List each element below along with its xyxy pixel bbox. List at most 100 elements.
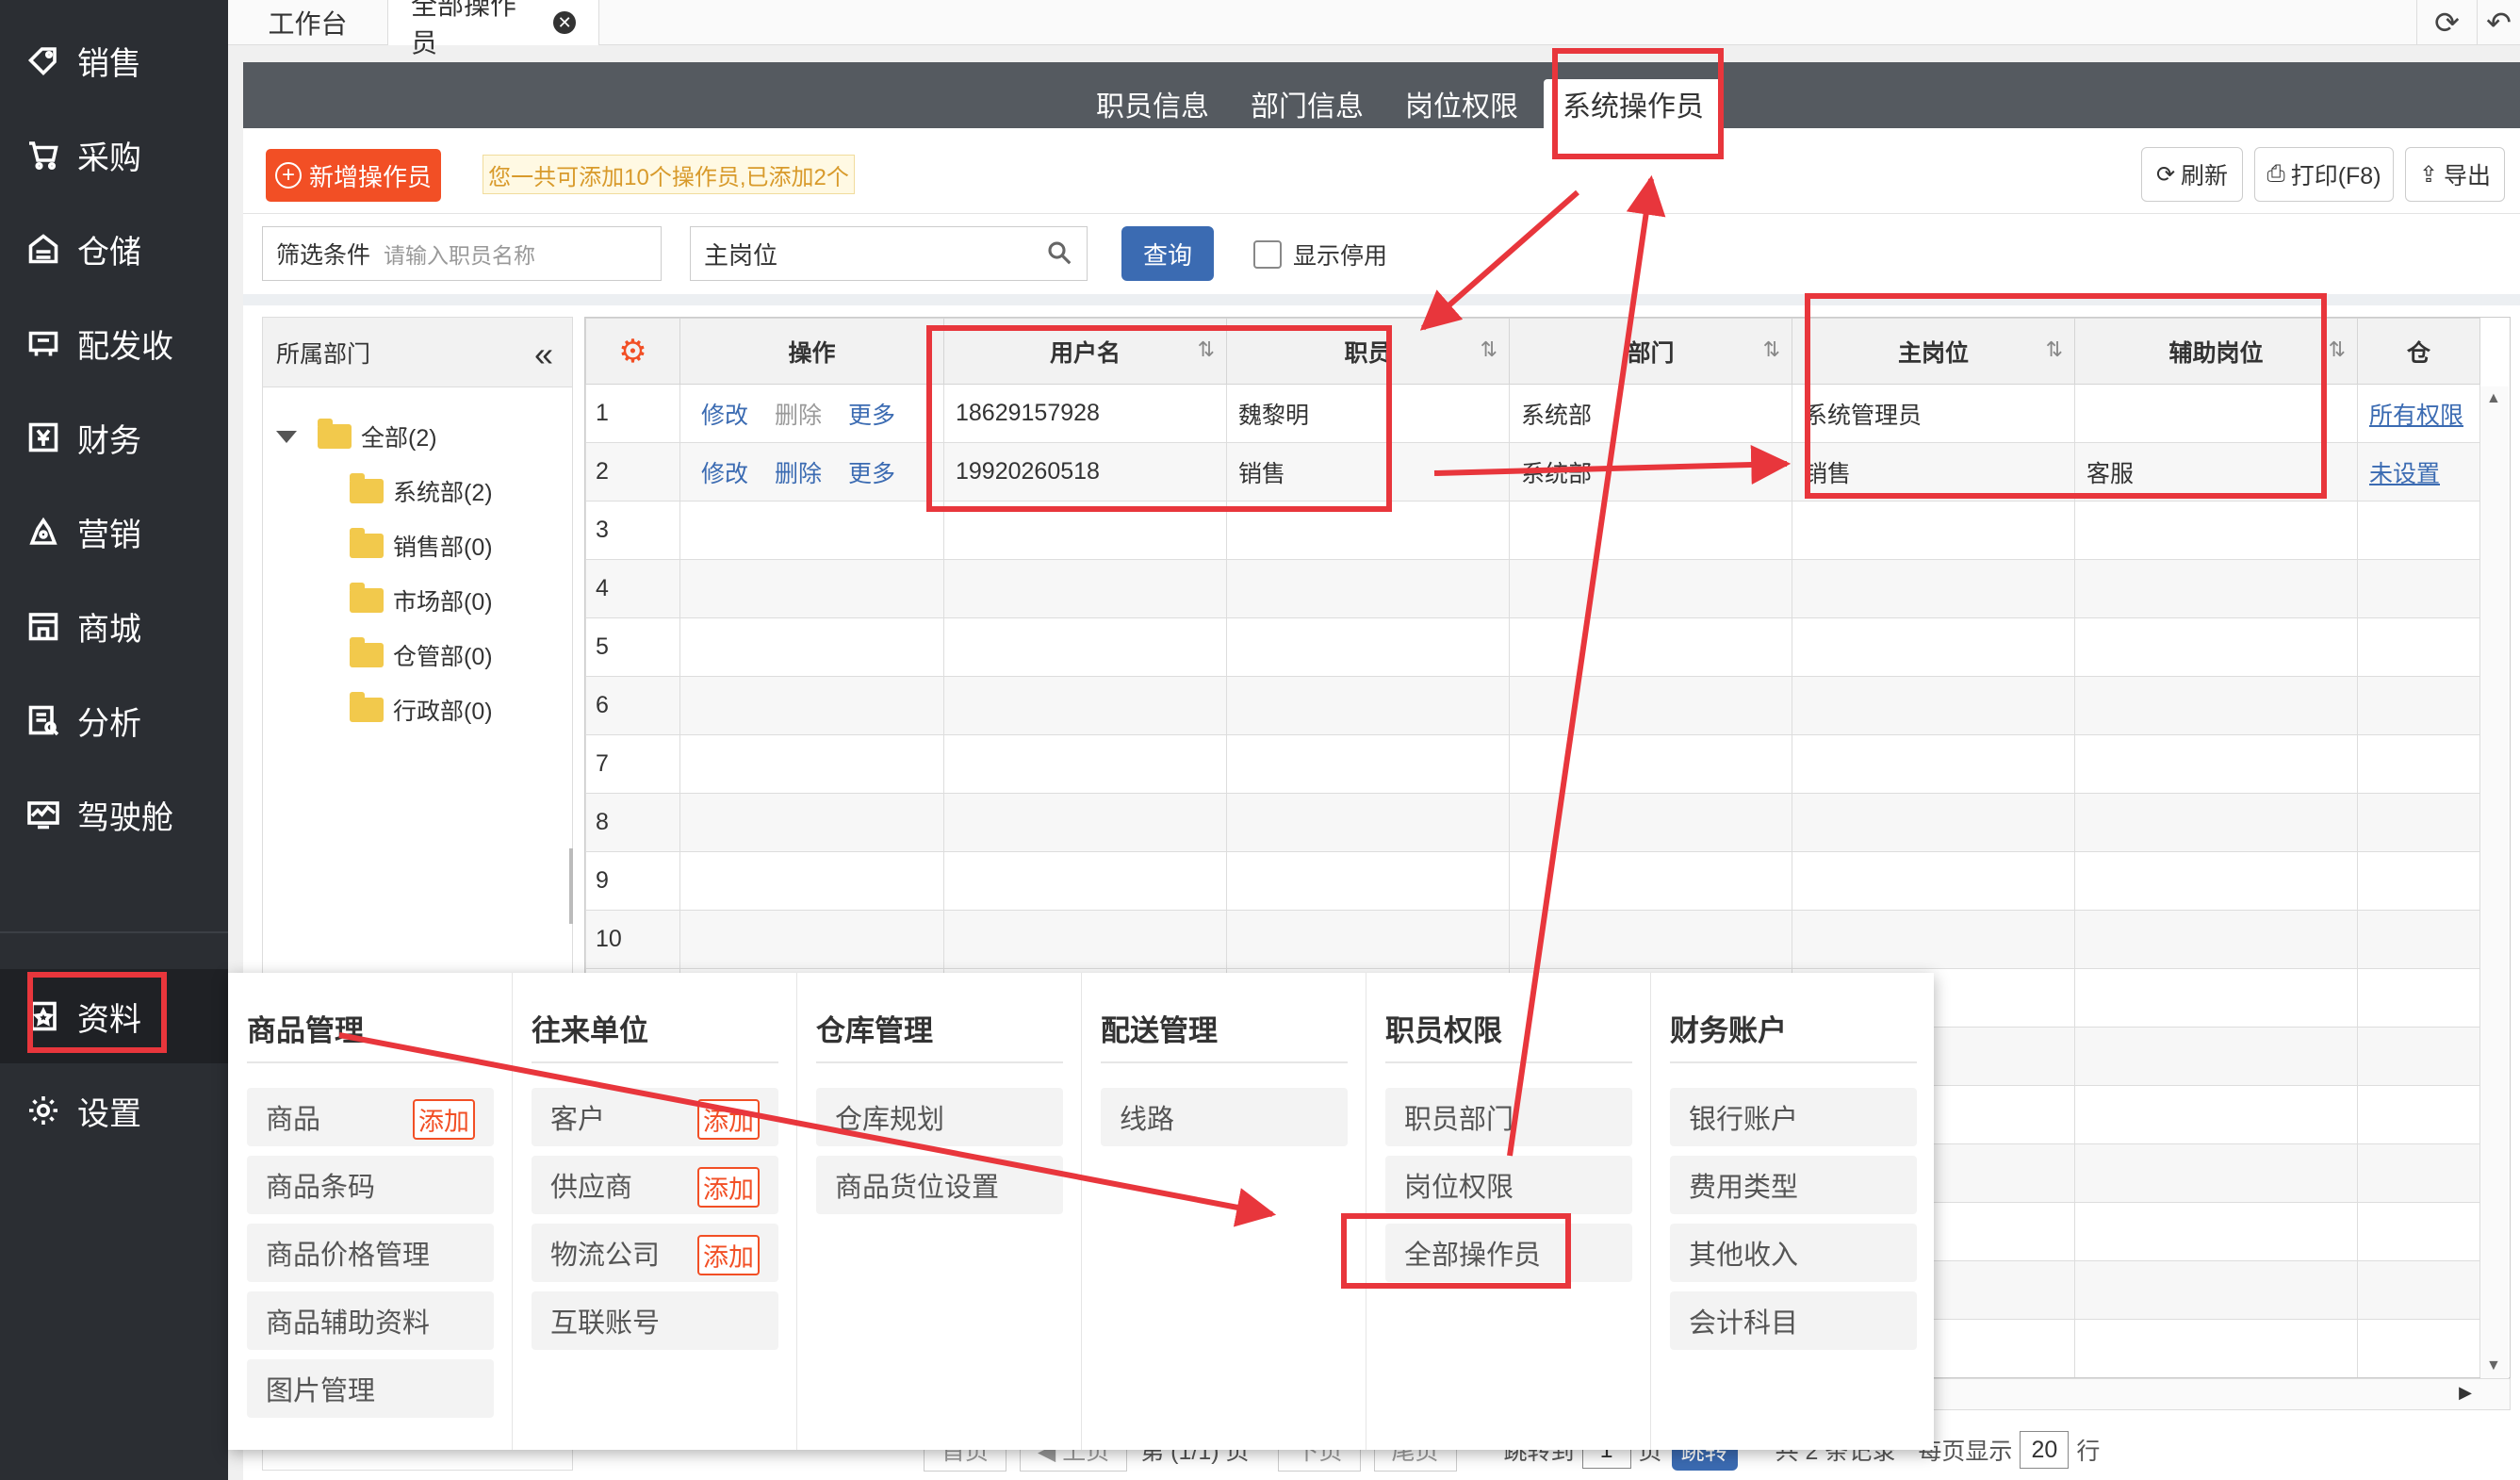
sidebar-item-sales[interactable]: 销售: [0, 13, 228, 107]
sidebar-item-delivery[interactable]: 配发收: [0, 296, 228, 390]
sidebar-item-finance[interactable]: 财务: [0, 390, 228, 485]
tab-workbench[interactable]: 工作台: [228, 0, 388, 45]
menu-item-images[interactable]: 图片管理: [247, 1359, 494, 1418]
menu-item-expense-types[interactable]: 费用类型: [1670, 1156, 1917, 1214]
table-row[interactable]: 2 修改 删除 更多 19920260518 销售 系统部 销售 客服 未设置: [585, 442, 2480, 502]
add-operator-button[interactable]: + 新增操作员: [266, 149, 441, 202]
menu-item-other-income[interactable]: 其他收入: [1670, 1224, 1917, 1282]
refresh-tabs-icon[interactable]: ⟳: [2416, 0, 2477, 45]
menu-item-post-permissions[interactable]: 岗位权限: [1385, 1156, 1632, 1214]
sidebar-item-data[interactable]: 资料: [0, 969, 228, 1063]
export-button[interactable]: ⇪ 导出: [2405, 147, 2505, 202]
table-row[interactable]: 9: [585, 851, 2480, 911]
column-header-username[interactable]: 用户名 ⇅: [943, 318, 1227, 385]
tree-node-dept[interactable]: 仓管部(0): [350, 636, 493, 674]
checkbox-box[interactable]: [1253, 240, 1282, 269]
menu-item-linked-accounts[interactable]: 互联账号: [532, 1291, 778, 1350]
collapse-icon[interactable]: «: [534, 335, 553, 374]
tree-node-dept[interactable]: 销售部(0): [350, 527, 493, 565]
edit-link[interactable]: 修改: [701, 403, 748, 429]
show-disabled-checkbox[interactable]: 显示停用: [1253, 238, 1387, 271]
tree-node-root[interactable]: 全部(2): [276, 418, 437, 455]
sort-icon[interactable]: ⇅: [1198, 337, 1215, 362]
tree-node-dept[interactable]: 系统部(2): [350, 472, 493, 510]
scroll-down-icon[interactable]: ▼: [2486, 1357, 2501, 1374]
column-header-main-post[interactable]: 主岗位 ⇅: [1792, 318, 2075, 385]
table-row[interactable]: 6: [585, 676, 2480, 735]
sort-icon[interactable]: ⇅: [2329, 337, 2346, 362]
column-header-label: 部门: [1627, 339, 1675, 367]
tree-node-dept[interactable]: 行政部(0): [350, 691, 493, 729]
sidebar-item-dashboard[interactable]: 驾驶舱: [0, 767, 228, 862]
sort-icon[interactable]: ⇅: [2046, 337, 2063, 362]
menu-item-customers[interactable]: 客户 添加: [532, 1088, 778, 1146]
caret-down-icon[interactable]: [276, 430, 297, 443]
menu-item-bank-accounts[interactable]: 银行账户: [1670, 1088, 1917, 1146]
sidebar-item-settings[interactable]: 设置: [0, 1063, 228, 1158]
menu-item-routes[interactable]: 线路: [1101, 1088, 1348, 1146]
sidebar-item-analysis[interactable]: 分析: [0, 673, 228, 767]
tree-scrollbar[interactable]: [569, 848, 573, 924]
sidebar-item-storage[interactable]: 仓储: [0, 202, 228, 296]
edit-link[interactable]: 修改: [701, 461, 748, 487]
add-customer-button[interactable]: 添加: [697, 1099, 760, 1140]
subtab-dept-info[interactable]: 部门信息: [1236, 79, 1378, 128]
subtab-post-perms[interactable]: 岗位权限: [1391, 79, 1532, 128]
delete-link[interactable]: 删除: [775, 461, 822, 487]
menu-item-warehouse-planning[interactable]: 仓库规划: [816, 1088, 1063, 1146]
scroll-right-icon[interactable]: ▶: [2459, 1383, 2472, 1403]
menu-item-staff-departments[interactable]: 职员部门: [1385, 1088, 1632, 1146]
column-header-staff[interactable]: 职员 ⇅: [1226, 318, 1510, 385]
sidebar-item-purchase[interactable]: 采购: [0, 107, 228, 202]
per-page-input[interactable]: 20: [2020, 1431, 2070, 1469]
cell-staff: 销售: [1226, 442, 1510, 502]
back-icon[interactable]: ↶: [2477, 0, 2520, 45]
sort-icon[interactable]: ⇅: [1481, 337, 1497, 362]
refresh-button[interactable]: ⟳ 刷新: [2141, 147, 2243, 202]
permission-link[interactable]: 未设置: [2369, 461, 2440, 487]
table-row[interactable]: 1 修改 删除 更多 18629157928 魏黎明 系统部 系统管理员 所有权限: [585, 384, 2480, 443]
permission-link[interactable]: 所有权限: [2369, 403, 2463, 429]
add-product-button[interactable]: 添加: [413, 1099, 475, 1140]
tab-all-operators[interactable]: 全部操作员 ✕: [388, 0, 599, 58]
sidebar-item-marketing[interactable]: 营销: [0, 485, 228, 579]
add-logistics-button[interactable]: 添加: [697, 1235, 760, 1275]
sidebar-item-store[interactable]: 商城: [0, 579, 228, 673]
table-row[interactable]: 8: [585, 793, 2480, 852]
search-icon[interactable]: [1045, 238, 1073, 267]
menu-item-logistics[interactable]: 物流公司 添加: [532, 1224, 778, 1282]
menu-item-all-operators[interactable]: 全部操作员: [1385, 1224, 1632, 1282]
more-link[interactable]: 更多: [848, 403, 895, 429]
subtab-staff-info[interactable]: 职员信息: [1082, 79, 1223, 128]
table-row[interactable]: 4: [585, 559, 2480, 618]
gear-icon[interactable]: ⚙: [618, 334, 646, 370]
close-icon[interactable]: ✕: [553, 11, 576, 34]
query-button[interactable]: 查询: [1121, 226, 1214, 281]
menu-item-barcodes[interactable]: 商品条码: [247, 1156, 494, 1214]
column-settings[interactable]: ⚙: [585, 318, 680, 385]
table-row[interactable]: 5: [585, 617, 2480, 677]
printer-icon: ⎙: [2266, 161, 2285, 187]
filter-input[interactable]: 筛选条件 请输入职员名称: [262, 226, 662, 281]
subtab-system-operators[interactable]: 系统操作员: [1544, 79, 1723, 128]
print-button[interactable]: ⎙ 打印(F8): [2254, 147, 2394, 202]
tree-node-dept[interactable]: 市场部(0): [350, 582, 493, 619]
scroll-up-icon[interactable]: ▲: [2486, 390, 2501, 407]
more-link[interactable]: 更多: [848, 461, 895, 487]
table-row[interactable]: 7: [585, 734, 2480, 794]
menu-item-location-settings[interactable]: 商品货位设置: [816, 1156, 1063, 1214]
menu-item-suppliers[interactable]: 供应商 添加: [532, 1156, 778, 1214]
add-supplier-button[interactable]: 添加: [697, 1167, 760, 1208]
menu-item-accounting-subjects[interactable]: 会计科目: [1670, 1291, 1917, 1350]
sidebar-item-label: 销售: [77, 45, 141, 82]
table-row[interactable]: 10: [585, 910, 2480, 969]
table-row[interactable]: 3: [585, 501, 2480, 560]
menu-item-auxiliary-data[interactable]: 商品辅助资料: [247, 1291, 494, 1350]
post-select[interactable]: 主岗位: [690, 226, 1088, 281]
grid-vertical-scrollbar[interactable]: ▲ ▼: [2480, 386, 2509, 1378]
sort-icon[interactable]: ⇅: [1763, 337, 1780, 362]
menu-item-price-management[interactable]: 商品价格管理: [247, 1224, 494, 1282]
column-header-aux-post[interactable]: 辅助岗位 ⇅: [2074, 318, 2358, 385]
menu-item-products[interactable]: 商品 添加: [247, 1088, 494, 1146]
column-header-dept[interactable]: 部门 ⇅: [1509, 318, 1792, 385]
